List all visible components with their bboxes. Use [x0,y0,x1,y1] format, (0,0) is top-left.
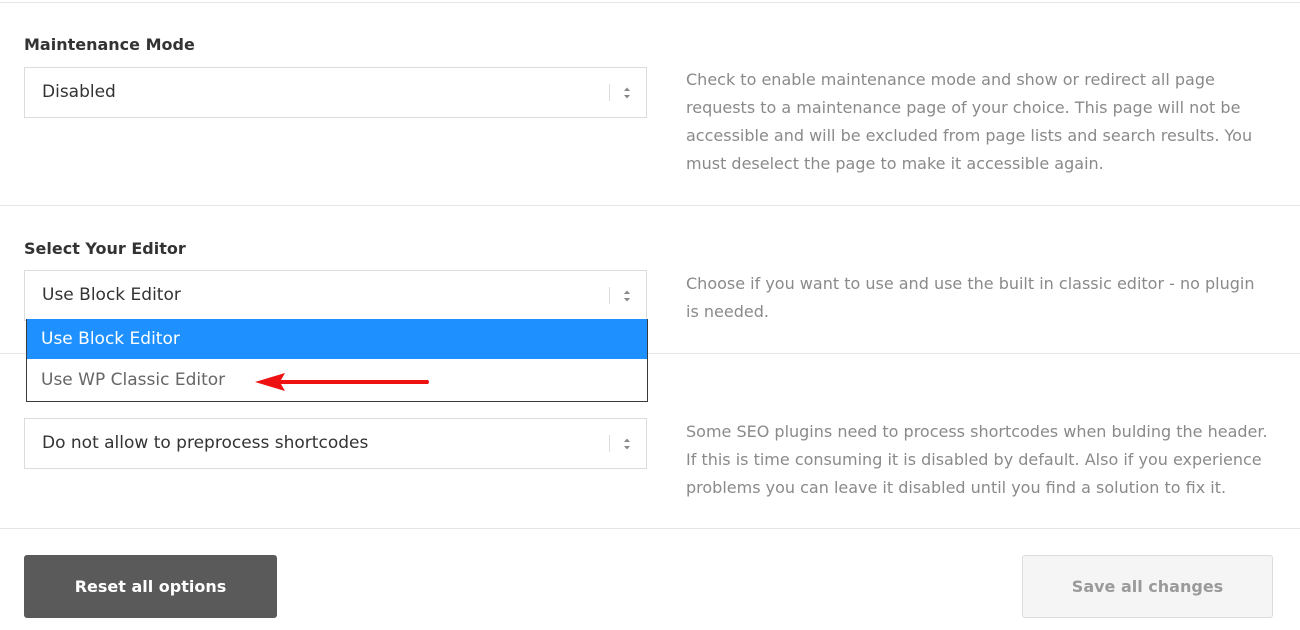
editor-select-label: Select Your Editor [24,239,186,258]
shortcodes-select-value: Do not allow to preprocess shortcodes [42,433,369,453]
save-all-changes-button[interactable]: Save all changes [1022,555,1273,618]
maintenance-mode-label: Maintenance Mode [24,35,195,54]
section-divider [0,205,1300,206]
shortcodes-select[interactable]: Do not allow to preprocess shortcodes [24,418,647,469]
reset-all-options-button[interactable]: Reset all options [24,555,277,618]
maintenance-mode-description: Check to enable maintenance mode and sho… [686,70,1253,173]
section-divider [0,2,1300,3]
maintenance-mode-value: Disabled [42,82,116,102]
section-divider [0,528,1300,529]
shortcodes-description: Some SEO plugins need to process shortco… [686,422,1268,497]
select-divider [609,287,610,304]
editor-select-value: Use Block Editor [42,285,181,305]
select-divider [609,435,610,452]
updown-arrows-icon [624,438,630,450]
maintenance-mode-select[interactable]: Disabled [24,67,647,118]
editor-option-block[interactable]: Use Block Editor [27,319,647,359]
select-divider [609,84,610,101]
annotation-arrow-icon [255,373,429,391]
updown-arrows-icon [624,290,630,302]
settings-page: Maintenance Mode Disabled Check to enabl… [0,0,1300,630]
updown-arrows-icon [624,87,630,99]
editor-select[interactable]: Use Block Editor [24,270,647,321]
editor-select-description: Choose if you want to use and use the bu… [686,274,1255,321]
